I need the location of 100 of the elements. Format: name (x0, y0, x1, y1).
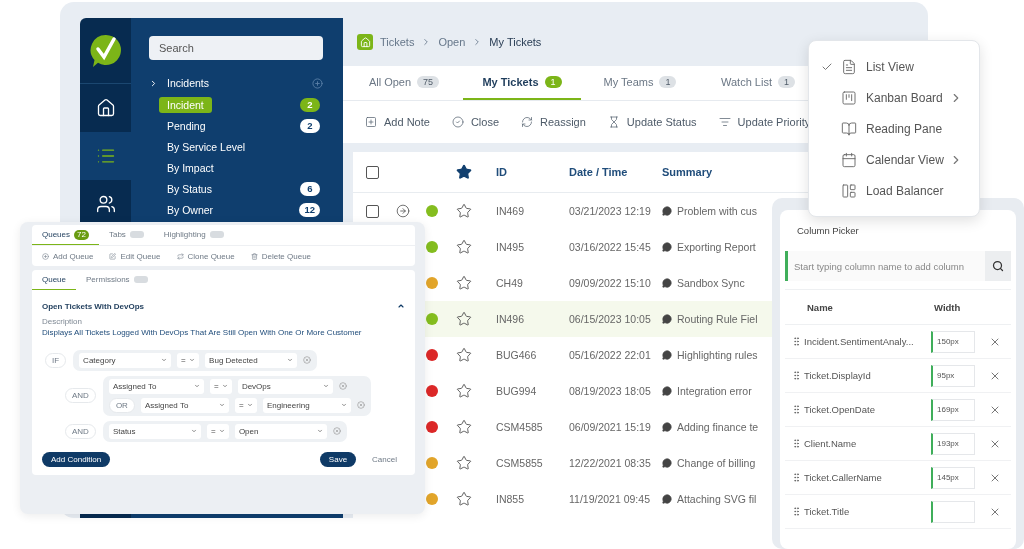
width-field[interactable] (931, 500, 975, 523)
width-field[interactable]: 193px (931, 432, 975, 455)
select-field[interactable]: = (206, 423, 229, 439)
star-icon[interactable] (456, 455, 472, 471)
toolbar-button[interactable]: Reassign (521, 116, 586, 128)
cancel-button[interactable]: Cancel (372, 454, 397, 464)
checkbox[interactable] (366, 165, 379, 179)
chevron-down-icon (161, 357, 168, 364)
table-cell: Change of billing (677, 457, 756, 469)
chevron-down-icon (322, 383, 329, 390)
star-icon[interactable] (456, 347, 472, 363)
tab-label: My Tickets (482, 76, 539, 88)
comment-icon (662, 350, 672, 360)
toolbar-button[interactable]: Add Queue (42, 251, 94, 261)
table-cell-text: 08/19/2023 18:05 (569, 385, 652, 397)
refresh-icon (521, 116, 533, 128)
toolbar-button[interactable]: Edit Queue (109, 251, 161, 261)
save-button[interactable]: Save (319, 451, 357, 467)
search-field[interactable]: Search (149, 36, 323, 60)
nav-item[interactable]: Pending (159, 117, 214, 134)
toolbar-button[interactable]: Update Status (607, 116, 697, 128)
tab[interactable]: Highlighting (153, 225, 234, 245)
checkbox[interactable] (366, 204, 379, 218)
drag-handle-icon[interactable] (791, 370, 802, 381)
drag-handle-icon[interactable] (791, 404, 802, 415)
width-field[interactable]: 169px (931, 398, 975, 421)
lines-icon (718, 116, 731, 128)
toolbar-button[interactable]: Update Priority (718, 116, 811, 128)
select-field[interactable]: Open (234, 423, 327, 439)
toolbar-button[interactable]: Delete Queue (250, 251, 312, 261)
column-header: Width (934, 301, 962, 313)
width-field[interactable]: 150px (931, 330, 975, 353)
select-field[interactable]: Assigned To (140, 397, 229, 413)
chevron-icon[interactable] (149, 78, 158, 88)
connector-select[interactable]: OR (108, 397, 135, 413)
connector-select[interactable]: AND (65, 423, 96, 439)
drag-handle-icon[interactable] (791, 472, 802, 483)
column-header[interactable]: Date / Time (569, 166, 662, 178)
search-field[interactable]: Start typing column name to add column (788, 251, 985, 281)
select-field[interactable]: = (234, 397, 257, 413)
add-condition-button[interactable]: Add Condition (42, 451, 111, 467)
edit-icon (109, 252, 117, 260)
select-field[interactable]: DevOps (237, 378, 333, 394)
tab[interactable]: Queues 72 (32, 225, 99, 245)
column-name: Client.Name (804, 438, 858, 449)
table-cell-text: 12/22/2021 08:35 (569, 457, 652, 469)
breadcrumb-link[interactable]: My Tickets (489, 36, 542, 48)
tab[interactable]: Permissions (76, 270, 158, 290)
star-icon[interactable] (456, 491, 472, 507)
connector-select[interactable]: AND (65, 388, 96, 404)
section-label[interactable]: Incidents (167, 77, 312, 89)
select-field[interactable]: Engineering (262, 397, 351, 413)
people-icon (95, 194, 116, 214)
connector-select[interactable]: IF (45, 352, 67, 368)
select-field[interactable]: Status (108, 423, 201, 439)
menu-item[interactable]: Calendar View (809, 144, 979, 175)
star-icon[interactable] (456, 275, 472, 291)
star-icon[interactable] (456, 203, 472, 219)
tab[interactable]: All Open 75 (345, 66, 463, 100)
menu-item[interactable]: Load Balancer (809, 175, 979, 206)
breadcrumb-link[interactable]: Open (438, 36, 466, 48)
column-header[interactable]: ID (492, 166, 569, 178)
table-cell-text: BUG466 (495, 349, 538, 361)
select-field[interactable]: Bug Detected (205, 352, 298, 368)
toolbar-button[interactable]: Add Note (365, 116, 430, 128)
toolbar-button[interactable]: Clone Queue (176, 251, 235, 261)
drag-handle-icon[interactable] (791, 336, 802, 347)
nav-item[interactable]: By Owner (159, 201, 222, 218)
tab[interactable]: Tabs (98, 225, 154, 245)
tab-label: My Teams (603, 76, 654, 88)
breadcrumb-link[interactable]: Tickets (380, 36, 415, 48)
tab[interactable]: My Teams 1 (581, 66, 699, 100)
drag-handle-icon[interactable] (791, 438, 802, 449)
select-field[interactable]: = (177, 352, 200, 368)
tab[interactable]: Queue (32, 270, 77, 290)
menu-item[interactable]: Reading Pane (809, 113, 979, 144)
search-button[interactable] (985, 251, 1011, 281)
nav-item[interactable]: By Impact (159, 159, 222, 176)
nav-item[interactable]: By Status (159, 180, 220, 197)
column-name: Ticket.Title (804, 506, 851, 517)
arrow-circle-icon[interactable] (396, 204, 410, 218)
add-icon[interactable] (312, 77, 323, 89)
star-icon[interactable] (456, 383, 472, 399)
width-field[interactable]: 145px (931, 466, 975, 489)
drag-handle-icon[interactable] (791, 506, 802, 517)
toolbar-button[interactable]: Close (451, 116, 499, 128)
select-field[interactable]: Category (79, 352, 172, 368)
star-icon[interactable] (456, 164, 472, 180)
tab[interactable]: My Tickets 1 (463, 66, 581, 100)
collapse-icon[interactable] (397, 302, 405, 310)
home-icon (95, 98, 116, 118)
select-field[interactable]: = (209, 378, 232, 394)
star-icon[interactable] (456, 239, 472, 255)
table-cell-text: IN855 (495, 493, 526, 505)
select-field[interactable]: Assigned To (108, 378, 204, 394)
width-field[interactable]: 95px (931, 364, 975, 387)
count-pill (129, 231, 144, 238)
star-icon[interactable] (456, 311, 472, 327)
star-icon[interactable] (456, 419, 472, 435)
nav-item[interactable]: By Service Level (159, 138, 254, 155)
